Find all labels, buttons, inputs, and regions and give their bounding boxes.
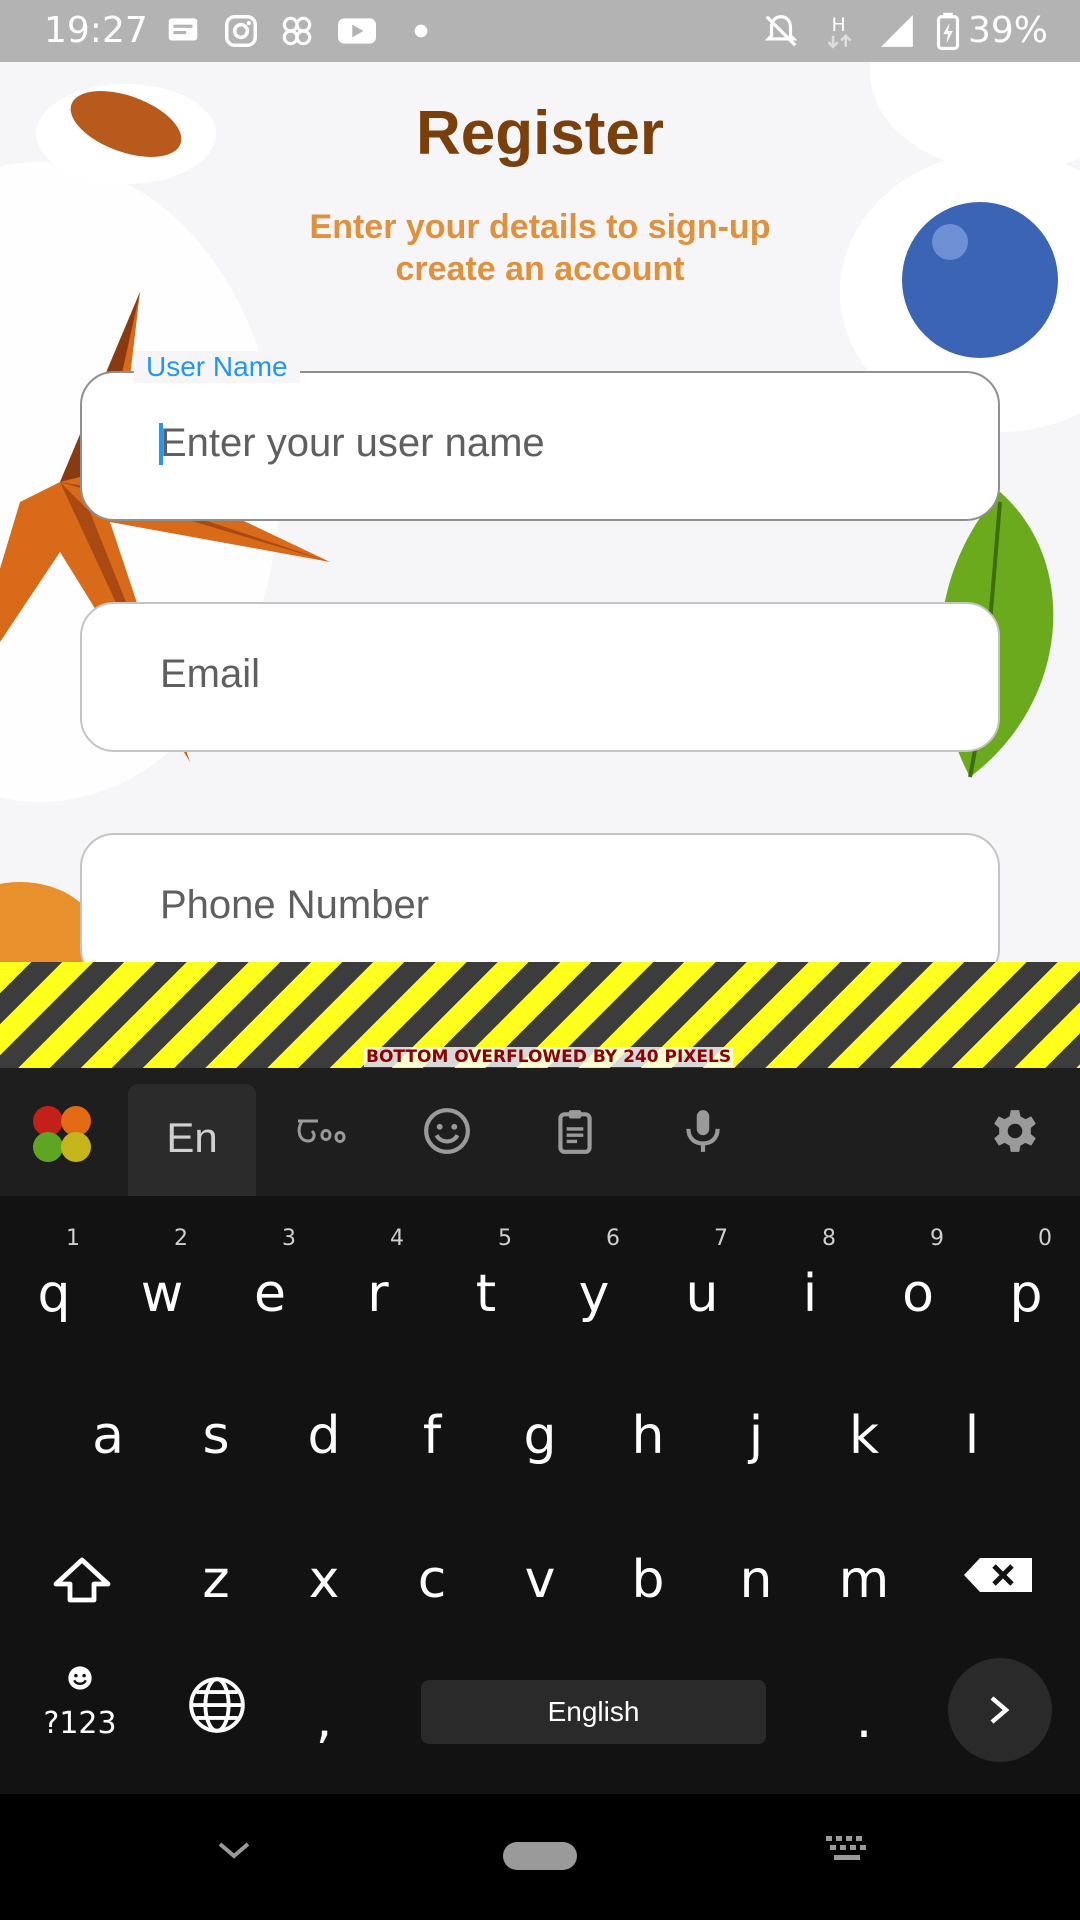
key-h[interactable]: h (598, 1368, 698, 1488)
key-comma[interactable]: , (274, 1652, 374, 1772)
message-notification-icon (168, 18, 198, 41)
notifications-off-icon (764, 15, 798, 47)
key-u[interactable]: 7u (652, 1226, 752, 1346)
key-n[interactable]: n (706, 1512, 806, 1632)
backspace-icon (964, 1558, 1032, 1592)
key-t[interactable]: 5t (436, 1226, 536, 1346)
hide-keyboard-chevron-down-icon[interactable] (216, 1838, 252, 1862)
key-j[interactable]: j (706, 1368, 806, 1488)
apps-icon[interactable] (30, 1104, 94, 1164)
key-a[interactable]: a (58, 1368, 158, 1488)
backspace-key[interactable] (948, 1512, 1048, 1632)
keyboard-switch-icon[interactable] (824, 1834, 870, 1864)
key-z[interactable]: z (166, 1512, 266, 1632)
home-pill-button[interactable] (503, 1842, 577, 1870)
blueberry-image (902, 202, 1058, 358)
emoji-icon[interactable] (422, 1106, 472, 1156)
handwriting-icon[interactable] (292, 1106, 348, 1156)
key-l[interactable]: l (922, 1368, 1022, 1488)
space-bar[interactable]: English (421, 1680, 766, 1744)
globe-icon (189, 1677, 245, 1733)
key-e[interactable]: 3e (220, 1226, 320, 1346)
key-i[interactable]: 8i (760, 1226, 860, 1346)
clipboard-icon[interactable] (550, 1106, 600, 1156)
username-placeholder: Enter your user name (160, 421, 545, 465)
instagram-icon (225, 15, 257, 47)
register-screen: Register Enter your details to sign-up c… (0, 62, 1080, 962)
emoji-small-icon (68, 1666, 92, 1690)
subtitle-line-2: create an account (395, 250, 685, 288)
mobile-data-h-icon: H (827, 14, 852, 49)
keyboard-toolbar: En (0, 1068, 1080, 1196)
battery-charging-icon (936, 12, 960, 50)
key-period[interactable]: . (814, 1652, 914, 1772)
key-b[interactable]: b (598, 1512, 698, 1632)
svg-text:H: H (832, 14, 846, 36)
key-v[interactable]: v (490, 1512, 590, 1632)
navigation-bar (0, 1794, 1080, 1920)
language-tab-label: En (166, 1114, 218, 1161)
language-switch-key[interactable] (166, 1652, 266, 1772)
soft-keyboard: En 1q 2w 3e 4r 5t 6y 7u 8i 9o 0p a s d f… (0, 1068, 1080, 1794)
gear-icon[interactable] (990, 1106, 1040, 1156)
key-o[interactable]: 9o (868, 1226, 968, 1346)
key-d[interactable]: d (274, 1368, 374, 1488)
key-s[interactable]: s (166, 1368, 266, 1488)
overflow-warning-text: BOTTOM OVERFLOWED BY 240 PIXELS (364, 1047, 734, 1067)
youtube-icon (338, 18, 376, 44)
key-k[interactable]: k (814, 1368, 914, 1488)
phone-number-field[interactable]: Phone Number (80, 833, 1000, 962)
key-w[interactable]: 2w (112, 1226, 212, 1346)
more-notifications-dot-icon (414, 24, 428, 38)
next-key[interactable] (948, 1658, 1052, 1762)
key-y[interactable]: 6y (544, 1226, 644, 1346)
tab-language-en[interactable]: En (128, 1084, 256, 1196)
key-x[interactable]: x (274, 1512, 374, 1632)
email-placeholder: Email (160, 652, 261, 696)
username-field-label: User Name (134, 351, 300, 383)
app-notification-icon (282, 16, 312, 46)
key-f[interactable]: f (382, 1368, 482, 1488)
key-p[interactable]: 0p (976, 1226, 1076, 1346)
symbols-key[interactable]: ?123 (30, 1652, 130, 1768)
shift-key[interactable] (30, 1512, 130, 1632)
microphone-icon[interactable] (678, 1106, 728, 1156)
key-r[interactable]: 4r (328, 1226, 428, 1346)
key-m[interactable]: m (814, 1512, 914, 1632)
subtitle-line-1: Enter your details to sign-up (309, 208, 771, 246)
phone-placeholder: Phone Number (160, 883, 430, 927)
key-g[interactable]: g (490, 1368, 590, 1488)
email-field[interactable]: Email (80, 602, 1000, 752)
page-title: Register (415, 99, 665, 168)
signal-icon (881, 15, 913, 47)
chevron-right-icon (990, 1696, 1010, 1724)
key-q[interactable]: 1q (4, 1226, 104, 1346)
symbols-key-label: ?123 (43, 1706, 117, 1741)
page-subtitle: Enter your details to sign-up create an … (240, 206, 840, 290)
status-time: 19:27 (44, 10, 148, 51)
status-bar: 19:27 H 39% (0, 0, 1080, 62)
shift-icon (53, 1557, 111, 1603)
battery-percentage: 39% (968, 10, 1049, 51)
key-c[interactable]: c (382, 1512, 482, 1632)
username-field[interactable]: User Name Enter your user name (80, 351, 1000, 521)
